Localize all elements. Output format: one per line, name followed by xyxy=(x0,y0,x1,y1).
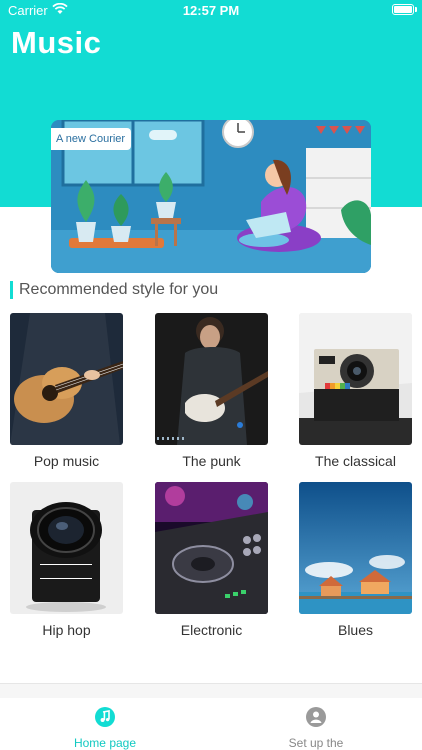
style-card-label: Electronic xyxy=(180,622,243,638)
user-icon xyxy=(306,707,326,727)
acoustic-guitar-photo xyxy=(10,313,123,445)
style-card-label: The classical xyxy=(315,453,396,469)
featured-banner[interactable]: A new Courier xyxy=(51,120,371,273)
tab-label: Home page xyxy=(73,736,137,750)
style-card-label: Blues xyxy=(337,622,374,638)
tab-set-up[interactable]: Set up the xyxy=(256,707,376,750)
style-card-label: Hip hop xyxy=(42,622,91,638)
style-card-the-punk[interactable]: The punk xyxy=(155,313,268,469)
style-card-blues[interactable]: Blues xyxy=(299,482,412,638)
pier-houses-photo xyxy=(299,482,412,614)
style-card-label: Pop music xyxy=(33,453,100,469)
status-time: 12:57 PM xyxy=(182,3,240,18)
style-card-label: The punk xyxy=(182,453,241,469)
instant-camera-photo xyxy=(299,313,412,445)
banner-label: A new Courier xyxy=(51,128,132,150)
tab-bar: Home page Set up the xyxy=(0,683,422,750)
tab-home-page[interactable]: Home page xyxy=(45,707,165,750)
style-card-electronic[interactable]: Electronic xyxy=(155,482,268,638)
electric-guitar-player-photo xyxy=(155,313,268,445)
section-title: Recommended style for you xyxy=(10,281,218,299)
dj-controller-photo xyxy=(155,482,268,614)
style-card-pop-music[interactable]: Pop music xyxy=(10,313,123,469)
status-bar: Carrier 12:57 PM xyxy=(0,0,422,22)
music-note-icon xyxy=(95,707,115,727)
battery-icon xyxy=(392,4,414,15)
style-card-the-classical[interactable]: The classical xyxy=(299,313,412,469)
battery-tip xyxy=(415,7,417,12)
camera-lens-photo xyxy=(10,482,123,614)
style-card-hip-hop[interactable]: Hip hop xyxy=(10,482,123,638)
tab-label: Set up the xyxy=(288,736,344,750)
page-title: Music xyxy=(11,25,102,60)
